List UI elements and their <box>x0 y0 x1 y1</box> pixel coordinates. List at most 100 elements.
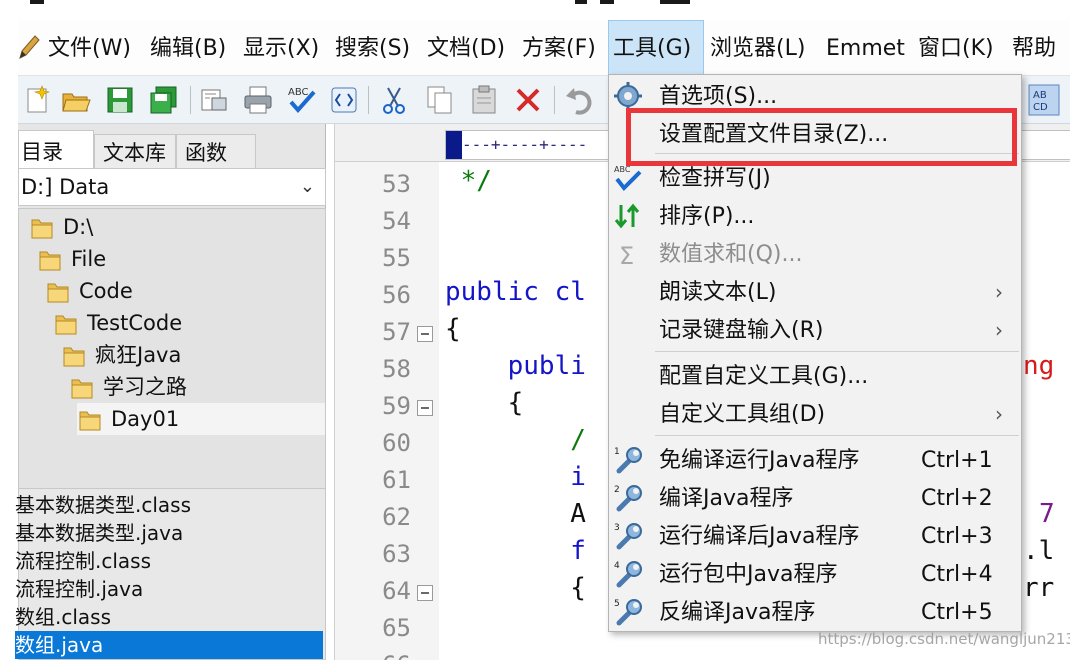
folder-label: 学习之路 <box>103 375 187 399</box>
fold-toggle-icon[interactable] <box>417 400 433 416</box>
menu-item[interactable]: 1 免编译运行Java程序 Ctrl+1 <box>609 441 1021 479</box>
menu-item[interactable]: ABC 检查拼写(J) <box>609 159 1021 197</box>
line-number: 59 <box>382 392 411 420</box>
code-line-fragment: .l <box>1023 536 1055 566</box>
tab-directory[interactable]: 目录 <box>18 130 94 172</box>
menu-item-shortcut: Ctrl+5 <box>921 600 993 625</box>
file-list-item[interactable]: 数组.java <box>15 631 323 659</box>
wrench-number: 1 <box>614 447 620 457</box>
spell-check-icon[interactable]: ABC <box>286 84 318 116</box>
menu-item[interactable]: 朗读文本(L) › <box>609 273 1021 311</box>
svg-text:ABC: ABC <box>288 87 309 98</box>
menu-item[interactable]: 5 反编译Java程序 Ctrl+5 <box>609 593 1021 631</box>
file-list: 基本数据类型.class 基本数据类型.java 流程控制.class 流程控制.ja… <box>15 488 326 660</box>
line-number: 60 <box>382 429 411 457</box>
menu-file[interactable]: 文件(W) <box>44 20 135 76</box>
folder-tree-item[interactable]: D:\ <box>29 211 325 243</box>
new-file-icon[interactable] <box>22 84 54 116</box>
app-pencil-icon <box>19 35 40 59</box>
folder-label: D:\ <box>63 215 94 239</box>
print-icon[interactable] <box>242 84 274 116</box>
delete-icon[interactable] <box>512 84 544 116</box>
watermark: https://blog.csdn.net/wangljun213 <box>818 630 1070 648</box>
menu-browser[interactable]: 浏览器(L) <box>706 20 809 76</box>
tab-text-library[interactable]: 文本库 <box>94 134 176 170</box>
file-list-item[interactable]: 基本数据类型.java <box>15 519 323 547</box>
wrench-2-icon: 2 <box>614 485 642 512</box>
menu-item[interactable]: 设置配置文件目录(Z)... <box>609 115 1021 153</box>
menu-item[interactable]: 记录键盘输入(R) › <box>609 311 1021 349</box>
sort-icon <box>614 203 640 229</box>
folder-icon <box>55 315 77 335</box>
code-line-fragment: ng <box>1023 351 1055 381</box>
folder-tree-item[interactable]: Code <box>45 275 325 307</box>
chevron-down-icon: ⌄ <box>299 176 315 197</box>
file-list-item[interactable]: 流程控制.class <box>15 547 323 575</box>
menu-item: Σ 数值求和(Q)... <box>609 235 1021 273</box>
folder-icon <box>39 251 61 271</box>
menu-item[interactable]: 2 编译Java程序 Ctrl+2 <box>609 479 1021 517</box>
file-list-item[interactable]: 基本数据类型.class <box>15 491 323 519</box>
folder-tree-item[interactable]: 学习之路 <box>69 371 325 403</box>
line-number: 61 <box>382 466 411 494</box>
folder-tree-item[interactable]: Day01 <box>77 403 325 435</box>
menu-item[interactable]: 首选项(S)... <box>609 77 1021 115</box>
menu-item[interactable]: 排序(P)... <box>609 197 1021 235</box>
line-number: 63 <box>382 540 411 568</box>
fold-toggle-icon[interactable] <box>417 326 433 342</box>
menu-item[interactable]: 配置自定义工具(G)... <box>609 357 1021 395</box>
toolbar-separator <box>554 86 555 114</box>
menu-separator <box>655 351 1019 352</box>
ruler-ticks: ---+----+---- <box>462 135 588 154</box>
menu-scheme[interactable]: 方案(F) <box>518 20 600 76</box>
toolbar-separator <box>190 86 191 114</box>
menu-edit[interactable]: 编辑(B) <box>146 20 230 76</box>
menu-item-shortcut: Ctrl+3 <box>921 524 993 549</box>
toolbar-separator <box>368 86 369 114</box>
line-number: 57 <box>382 318 411 346</box>
line-gutter: 53 54 55 56 57 58 59 60 61 62 63 64 65 66 <box>335 162 439 660</box>
menu-item-label: 朗读文本(L) <box>659 280 777 305</box>
menu-document[interactable]: 文档(D) <box>423 20 509 76</box>
folder-icon <box>79 411 101 431</box>
app-window: 文件(W) 编辑(B) 显示(X) 搜索(S) 文档(D) 方案(F) 工具(G… <box>0 0 1070 660</box>
toggle-view-icon[interactable] <box>328 84 360 116</box>
menu-item-shortcut: Ctrl+2 <box>921 486 993 511</box>
cut-icon[interactable] <box>378 84 410 116</box>
chevron-right-icon: › <box>995 280 1003 304</box>
menu-view[interactable]: 显示(X) <box>239 20 323 76</box>
folder-icon <box>63 347 85 367</box>
tab-functions[interactable]: 函数 <box>176 134 256 170</box>
drive-select[interactable]: D:] Data ⌄ <box>18 168 326 206</box>
folder-icon <box>71 379 93 399</box>
paste-icon[interactable] <box>468 84 500 116</box>
code-line: i <box>445 462 586 492</box>
abc-cd-icon[interactable]: AB CD <box>1028 84 1060 116</box>
menu-search[interactable]: 搜索(S) <box>331 20 414 76</box>
print-preview-icon[interactable] <box>198 84 230 116</box>
menu-help[interactable]: 帮助 <box>1008 20 1060 76</box>
menu-item[interactable]: 3 运行编译后Java程序 Ctrl+3 <box>609 517 1021 555</box>
menu-tools[interactable]: 工具(G) <box>608 20 704 76</box>
folder-tree-item[interactable]: File <box>37 243 325 275</box>
menu-item-shortcut: Ctrl+1 <box>921 448 993 473</box>
file-list-item[interactable]: 流程控制.java <box>15 575 323 603</box>
svg-text:ABC: ABC <box>614 165 631 174</box>
menu-item[interactable]: 自定义工具组(D) › <box>609 395 1021 433</box>
menu-item[interactable]: 4 运行包中Java程序 Ctrl+4 <box>609 555 1021 593</box>
menu-window[interactable]: 窗口(K) <box>914 20 998 76</box>
save-icon[interactable] <box>104 84 136 116</box>
open-folder-icon[interactable] <box>60 84 92 116</box>
file-list-item[interactable]: 数组.class <box>15 603 323 631</box>
undo-icon[interactable] <box>564 84 596 116</box>
folder-label: File <box>71 247 107 271</box>
copy-icon[interactable] <box>424 84 456 116</box>
folder-tree-item[interactable]: TestCode <box>53 307 325 339</box>
folder-icon <box>31 219 53 239</box>
save-all-icon[interactable] <box>148 84 180 116</box>
menu-item-label: 运行包中Java程序 <box>659 562 838 587</box>
folder-tree-item[interactable]: 疯狂Java <box>61 339 325 371</box>
fold-toggle-icon[interactable] <box>417 585 433 601</box>
wrench-4-icon: 4 <box>614 561 642 588</box>
menu-emmet[interactable]: Emmet <box>822 20 909 76</box>
